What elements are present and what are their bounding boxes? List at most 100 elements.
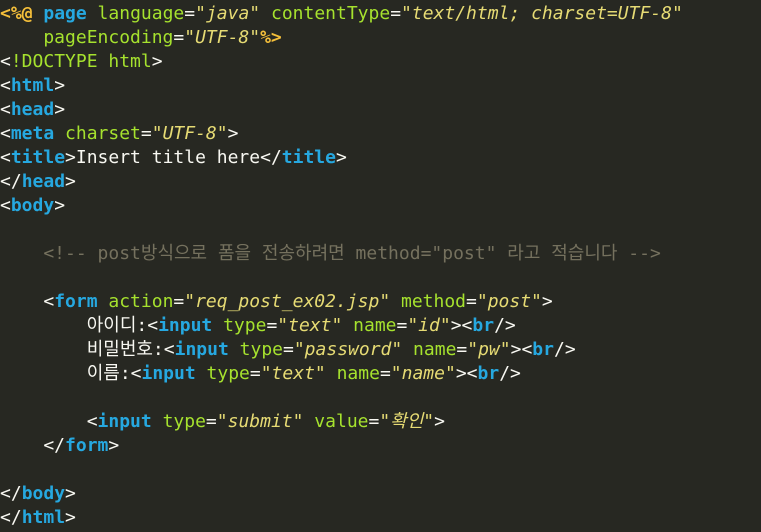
code-token-val: "text" — [277, 315, 343, 336]
code-line[interactable]: <meta charset="UTF-8"> — [0, 122, 761, 146]
code-token-punc: = — [396, 315, 408, 336]
code-token-text: Insert title here — [75, 147, 261, 168]
code-line[interactable]: <form action="req_post_ex02.jsp" method=… — [0, 290, 761, 314]
code-token-punc: /> — [494, 315, 516, 336]
code-line[interactable]: pageEncoding="UTF-8"%> — [0, 26, 761, 50]
code-token-text: 비밀번호: — [0, 339, 164, 360]
code-token-val: "java" — [195, 3, 261, 24]
code-token-attr: method — [390, 291, 467, 312]
code-token-tag: title — [10, 147, 66, 168]
code-token-punc: = — [140, 123, 152, 144]
code-token-val: "pw" — [467, 339, 511, 360]
code-line[interactable]: </form> — [0, 434, 761, 458]
code-token-attr: name — [342, 315, 397, 336]
code-line[interactable] — [0, 218, 761, 242]
code-line[interactable]: <title>Insert title here</title> — [0, 146, 761, 170]
code-token-tag: title — [281, 147, 336, 168]
code-token-punc: </ — [260, 147, 282, 168]
code-token-tag: br — [472, 315, 495, 336]
code-line[interactable]: </head> — [0, 170, 761, 194]
code-line[interactable]: <!-- post방식으로 폼을 전송하려면 method="post" 라고 … — [0, 242, 761, 266]
code-line[interactable]: 아이디:<input type="text" name="id"><br/> — [0, 314, 761, 338]
code-token-punc: > — [54, 75, 66, 96]
code-token-val: "text/html; charset=UTF-8" — [401, 3, 683, 24]
code-token-punc: </ — [0, 435, 66, 456]
code-token-punc: /> — [499, 363, 521, 384]
code-line[interactable]: 이름:<input type="text" name="name"><br/> — [0, 362, 761, 386]
code-token-attr: name — [325, 363, 380, 384]
code-token-punc: < — [0, 99, 11, 120]
code-token-tag: body — [10, 195, 55, 216]
code-token-text: 아이디: — [0, 315, 148, 336]
code-token-dir: %> — [260, 27, 282, 48]
code-token-punc: >< — [450, 315, 473, 336]
code-token-tag: html — [10, 75, 55, 96]
code-token-val: "name" — [390, 363, 456, 384]
code-line[interactable]: <body> — [0, 194, 761, 218]
code-token-punc: < — [0, 75, 11, 96]
code-token-tag: input — [97, 411, 152, 432]
code-token-tag: form — [65, 435, 109, 456]
code-token-tag: form — [54, 291, 98, 312]
code-line[interactable]: <html> — [0, 74, 761, 98]
code-editor[interactable]: <%@ page language="java" contentType="te… — [0, 2, 761, 532]
code-line[interactable]: <!DOCTYPE html> — [0, 50, 761, 74]
code-line[interactable] — [0, 266, 761, 290]
code-line[interactable]: </html> — [0, 506, 761, 530]
code-token-punc: </ — [0, 483, 22, 504]
code-token-punc: > — [65, 483, 76, 504]
code-token-punc: > — [541, 291, 553, 312]
code-token-punc: >< — [510, 339, 533, 360]
code-token-punc: < — [147, 315, 159, 336]
code-token-tag: body — [21, 483, 66, 504]
code-token-punc: = — [390, 3, 402, 24]
code-token-attr: contentType — [260, 3, 391, 24]
code-token-attr: type — [195, 363, 250, 384]
code-line[interactable]: </body> — [0, 482, 761, 506]
code-token-comment: <!-- post방식으로 폼을 전송하려면 method="post" 라고 … — [0, 243, 661, 264]
code-token-punc: >< — [455, 363, 478, 384]
code-token-punc: > — [54, 99, 66, 120]
code-token-punc: > — [151, 51, 163, 72]
code-token-punc: = — [173, 291, 185, 312]
code-token-punc: < — [0, 51, 11, 72]
code-line[interactable]: <head> — [0, 98, 761, 122]
code-token-punc: > — [65, 171, 76, 192]
code-token-tag: head — [21, 171, 66, 192]
code-line[interactable] — [0, 458, 761, 482]
code-line[interactable]: <%@ page language="java" contentType="te… — [0, 2, 761, 26]
code-token-punc: = — [368, 411, 380, 432]
code-token-attr: charset — [54, 123, 141, 144]
code-line[interactable] — [0, 386, 761, 410]
code-token-punc: < — [0, 291, 55, 312]
code-token-punc: < — [0, 123, 11, 144]
code-token-punc: = — [266, 315, 278, 336]
code-token-text: 이름: — [0, 363, 131, 384]
code-token-punc: > — [108, 435, 120, 456]
code-token-punc: = — [249, 363, 261, 384]
code-token-tag: page — [43, 3, 87, 24]
code-token-punc: </ — [0, 507, 22, 528]
code-token-attr: language — [86, 3, 185, 24]
code-token-doctype: !DOCTYPE — [10, 51, 98, 72]
code-token-tag: br — [532, 339, 554, 360]
code-token-attr: name — [402, 339, 457, 360]
code-line[interactable]: <input type="submit" value="확인"> — [0, 410, 761, 434]
code-token-punc: = — [456, 339, 468, 360]
code-token-val: "submit" — [216, 411, 304, 432]
code-token-attr: type — [212, 315, 267, 336]
code-token-punc: /> — [553, 339, 576, 360]
code-token-punc: > — [65, 147, 76, 168]
code-token-punc: = — [205, 411, 217, 432]
code-token-val: "확인" — [379, 411, 435, 432]
code-token-punc: = — [173, 27, 185, 48]
code-token-tag: input — [141, 363, 196, 384]
code-token-tag: br — [477, 363, 500, 384]
code-token-tag: html — [21, 507, 66, 528]
code-token-attr: type — [151, 411, 206, 432]
code-token-tag: input — [174, 339, 229, 360]
code-token-punc: = — [184, 3, 196, 24]
code-token-val: "post" — [476, 291, 542, 312]
code-line[interactable]: 비밀번호:<input type="password" name="pw"><b… — [0, 338, 761, 362]
code-token-punc: > — [227, 123, 239, 144]
